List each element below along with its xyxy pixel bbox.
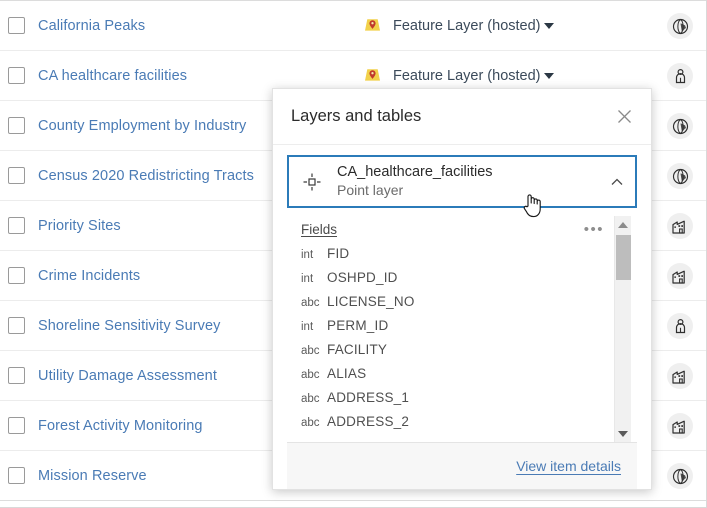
row-checkbox[interactable] <box>8 167 25 184</box>
item-owner-cell <box>667 301 693 351</box>
item-title-link[interactable]: Forest Activity Monitoring <box>38 418 203 434</box>
field-type-label: int <box>301 249 314 261</box>
scroll-down-arrow-icon[interactable] <box>615 425 632 442</box>
popup-footer: View item details <box>287 443 637 489</box>
field-name-label: OSHPD_ID <box>327 270 398 285</box>
row-checkbox[interactable] <box>8 317 25 334</box>
item-title-link[interactable]: County Employment by Industry <box>38 118 246 134</box>
scroll-up-arrow-icon[interactable] <box>615 216 632 233</box>
field-row[interactable]: abc ALIAS <box>301 366 614 390</box>
field-type-label: abc <box>301 297 320 309</box>
item-owner-cell <box>667 451 693 501</box>
row-checkbox[interactable] <box>8 217 25 234</box>
close-icon[interactable] <box>611 104 637 130</box>
map-pin-icon <box>364 68 381 85</box>
point-layer-crosshair-icon <box>301 171 323 193</box>
globe-icon <box>667 13 693 39</box>
item-title-link[interactable]: Shoreline Sensitivity Survey <box>38 318 221 334</box>
layer-card-ca-healthcare-facilities[interactable]: CA_healthcare_facilities Point layer <box>287 155 637 208</box>
field-row[interactable]: int FID <box>301 246 614 270</box>
fields-header: Fields ••• <box>301 222 614 237</box>
row-checkbox[interactable] <box>8 367 25 384</box>
item-owner-cell <box>667 151 693 201</box>
item-title-link[interactable]: Census 2020 Redistricting Tracts <box>38 168 254 184</box>
field-name-label: ALIAS <box>327 366 367 381</box>
item-type-label: Feature Layer (hosted) <box>393 18 541 34</box>
field-name-label: FID <box>327 246 350 261</box>
field-row[interactable]: abc FACILITY <box>301 342 614 366</box>
field-type-label: int <box>301 321 314 333</box>
field-name-label: PERM_ID <box>327 318 389 333</box>
ellipsis-icon[interactable]: ••• <box>584 222 604 237</box>
row-checkbox[interactable] <box>8 117 25 134</box>
item-owner-cell <box>667 101 693 151</box>
item-owner-cell <box>667 201 693 251</box>
field-type-label: int <box>301 273 314 285</box>
chevron-down-icon[interactable] <box>543 73 554 79</box>
person-icon <box>667 63 693 89</box>
popup-title: Layers and tables <box>291 107 422 125</box>
list-item[interactable]: California Peaks Feature Layer (hosted) <box>0 1 706 51</box>
person-icon <box>667 313 693 339</box>
field-type-label: abc <box>301 417 320 429</box>
field-name-label: LICENSE_NO <box>327 294 415 309</box>
item-owner-cell <box>667 401 693 451</box>
item-owner-cell <box>667 51 693 101</box>
layer-name: CA_healthcare_facilities <box>337 164 493 181</box>
row-checkbox[interactable] <box>8 17 25 34</box>
item-owner-cell <box>667 1 693 51</box>
chevron-up-icon[interactable] <box>609 174 625 190</box>
item-owner-cell <box>667 251 693 301</box>
item-title-link[interactable]: CA healthcare facilities <box>38 68 187 84</box>
item-owner-cell <box>667 351 693 401</box>
layers-and-tables-popup: Layers and tables CA_healthcare_faciliti… <box>272 88 652 490</box>
fields-tab[interactable]: Fields <box>301 222 337 237</box>
field-row[interactable]: abc ADDRESS_2 <box>301 414 614 438</box>
item-type-label: Feature Layer (hosted) <box>393 68 541 84</box>
building-icon <box>667 263 693 289</box>
item-list-page: California Peaks Feature Layer (hosted) CA… <box>0 0 707 508</box>
field-row[interactable]: int PERM_ID <box>301 318 614 342</box>
field-type-label: abc <box>301 345 320 357</box>
item-title-link[interactable]: Crime Incidents <box>38 268 140 284</box>
row-checkbox[interactable] <box>8 417 25 434</box>
chevron-down-icon[interactable] <box>543 23 554 29</box>
field-row[interactable]: abc LICENSE_NO <box>301 294 614 318</box>
layer-text: CA_healthcare_facilities Point layer <box>337 163 609 199</box>
popup-header: Layers and tables <box>273 89 651 145</box>
field-type-label: abc <box>301 369 320 381</box>
field-rows: int FID int OSHPD_ID abc LICENSE_NO int PERM_ID… <box>301 246 614 438</box>
item-type-selector[interactable]: Feature Layer (hosted) <box>364 1 554 51</box>
field-name-label: ADDRESS_1 <box>327 390 410 405</box>
layer-subtitle: Point layer <box>337 181 404 198</box>
row-checkbox[interactable] <box>8 467 25 484</box>
scrollbar-thumb[interactable] <box>615 235 631 280</box>
item-title-link[interactable]: Mission Reserve <box>38 468 147 484</box>
building-icon <box>667 213 693 239</box>
globe-icon <box>667 463 693 489</box>
item-title-link[interactable]: California Peaks <box>38 18 145 34</box>
popup-body: CA_healthcare_facilities Point layer Fie… <box>273 145 651 489</box>
fields-scrollbar[interactable] <box>614 216 631 442</box>
row-checkbox[interactable] <box>8 67 25 84</box>
field-row[interactable]: abc ADDRESS_1 <box>301 390 614 414</box>
field-name-label: FACILITY <box>327 342 388 357</box>
building-icon <box>667 413 693 439</box>
globe-icon <box>667 163 693 189</box>
item-title-link[interactable]: Priority Sites <box>38 218 121 234</box>
map-pin-icon <box>364 18 381 35</box>
building-icon <box>667 363 693 389</box>
row-checkbox[interactable] <box>8 267 25 284</box>
fields-panel: Fields ••• int FID int OSHPD_IDabc LICENSE_N… <box>287 208 637 443</box>
field-row[interactable]: int OSHPD_ID <box>301 270 614 294</box>
field-name-label: ADDRESS_2 <box>327 414 410 429</box>
field-type-label: abc <box>301 393 320 405</box>
item-title-link[interactable]: Utility Damage Assessment <box>38 368 217 384</box>
fields-list: Fields ••• int FID int OSHPD_IDabc LICENSE_N… <box>287 208 614 442</box>
view-item-details-link[interactable]: View item details <box>516 458 621 474</box>
globe-icon <box>667 113 693 139</box>
